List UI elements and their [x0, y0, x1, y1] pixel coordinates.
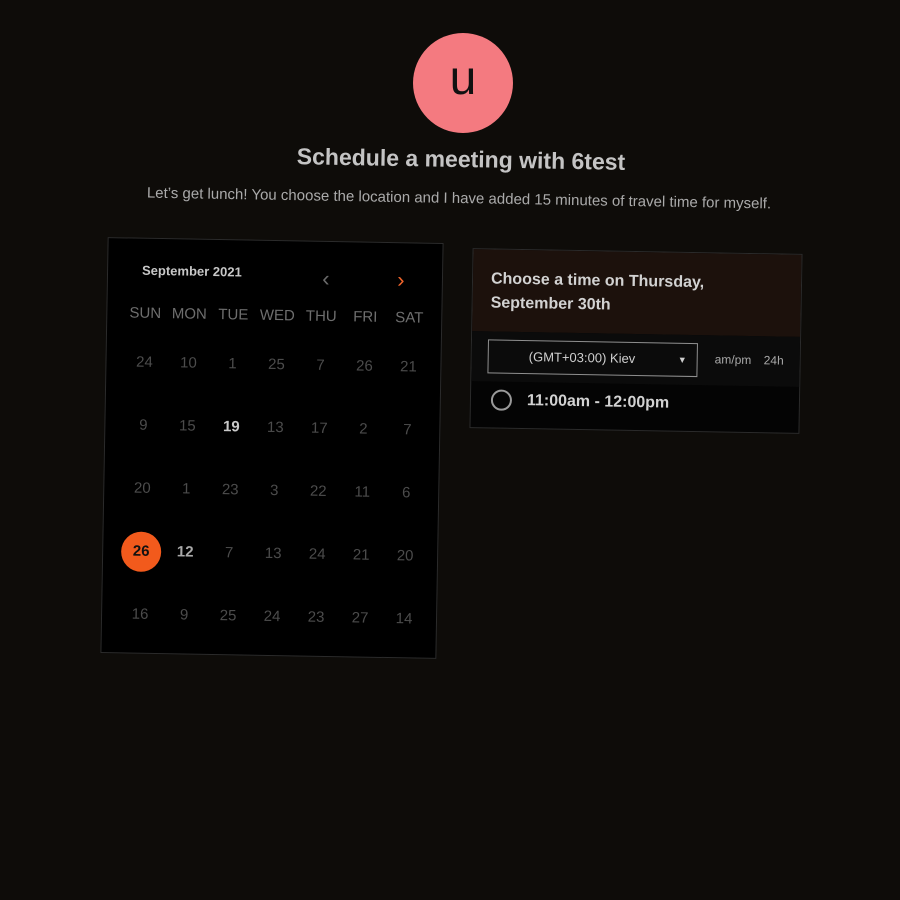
- time-slot-label[interactable]: 11:00am - 12:00pm: [527, 392, 670, 412]
- calendar-day: 25: [267, 355, 285, 374]
- calendar-day: 27: [351, 609, 369, 627]
- calendar-day: 13: [266, 418, 284, 437]
- calendar-day-available[interactable]: 19: [209, 407, 254, 448]
- time-slot-radio[interactable]: [490, 389, 513, 411]
- weekday-sat: SAT: [395, 309, 424, 327]
- calendar: September 2021 ‹ › SUN MON TUE WED THU F…: [100, 237, 444, 659]
- calendar-day: 15: [178, 417, 196, 435]
- calendar-day: 22: [309, 482, 327, 500]
- avatar: u: [413, 33, 513, 133]
- calendar-day-available[interactable]: 12: [163, 532, 208, 573]
- time-panel: Choose a time on Thursday, September 30t…: [469, 248, 803, 434]
- calendar-day: 2: [359, 420, 368, 438]
- weekday-wed: WED: [259, 306, 295, 325]
- calendar-day: 23: [221, 481, 239, 499]
- caret-down-icon: ▼: [677, 354, 687, 365]
- timezone-row: (GMT+03:00) Kiev ▼ am/pm 24h: [471, 331, 801, 387]
- time-slot[interactable]: 11:00am - 12:00pm: [470, 381, 799, 433]
- weekday-sun: SUN: [129, 304, 162, 323]
- calendar-day: 10: [179, 354, 197, 372]
- calendar-week: 9 15 19 13 17 2 7: [121, 405, 430, 450]
- weekday-tue: TUE: [218, 306, 249, 324]
- calendar-day: 23: [307, 608, 325, 626]
- time-panel-heading: Choose a time on Thursday, September 30t…: [472, 249, 802, 337]
- calendar-day: 24: [135, 353, 153, 371]
- calendar-day: 1: [228, 355, 237, 373]
- calendar-day: 9: [139, 416, 148, 434]
- calendar-day: 24: [263, 607, 281, 626]
- calendar-week: 24 10 1 25 7 26 21: [122, 342, 431, 387]
- format-24h-toggle[interactable]: 24h: [764, 353, 784, 367]
- calendar-day: 3: [269, 481, 279, 500]
- calendar-week: 26 12 7 13 24 21 20: [119, 531, 428, 576]
- calendar-day: 21: [399, 358, 417, 376]
- page-title: Schedule a meeting with 6test: [296, 143, 626, 175]
- calendar-day: 7: [316, 356, 325, 374]
- time-panel-heading-line2: September 30th: [490, 294, 611, 314]
- calendar-day: 7: [403, 421, 412, 439]
- calendar-day: 13: [264, 544, 282, 563]
- calendar-day-selected-cell[interactable]: 26: [119, 531, 164, 573]
- timezone-value: (GMT+03:00) Kiev: [528, 349, 636, 366]
- chevron-left-icon[interactable]: ‹: [316, 266, 336, 291]
- calendar-day: 20: [133, 479, 151, 497]
- calendar-day-selected[interactable]: 26: [120, 531, 162, 573]
- weekday-fri: FRI: [353, 308, 378, 326]
- calendar-day: 16: [131, 605, 149, 623]
- calendar-week: 16 9 25 24 23 27 14: [118, 594, 427, 639]
- weekday-header: SUN MON TUE WED THU FRI SAT: [123, 304, 431, 326]
- format-ampm-toggle[interactable]: am/pm: [715, 352, 752, 367]
- timezone-select[interactable]: (GMT+03:00) Kiev ▼: [487, 339, 698, 378]
- calendar-day: 9: [179, 606, 189, 624]
- calendar-day: 6: [401, 484, 411, 502]
- calendar-month-label: September 2021: [141, 262, 242, 280]
- calendar-day: 7: [224, 544, 234, 562]
- scheduling-page: u Schedule a meeting with 6test Let’s ge…: [0, 0, 900, 900]
- calendar-day: 26: [355, 357, 373, 375]
- calendar-day: 25: [219, 607, 237, 625]
- calendar-day: 1: [181, 480, 191, 498]
- calendar-day: 21: [352, 546, 370, 564]
- calendar-week: 20 1 23 3 22 11 6: [120, 468, 429, 513]
- weekday-thu: THU: [305, 307, 337, 326]
- calendar-day: 20: [396, 547, 414, 565]
- calendar-day: 11: [354, 483, 371, 501]
- weekday-mon: MON: [171, 305, 207, 323]
- calendar-day: 24: [308, 545, 326, 563]
- calendar-day: 14: [395, 610, 413, 628]
- page-description: Let’s get lunch! You choose the location…: [146, 184, 772, 213]
- chevron-right-icon[interactable]: ›: [391, 267, 411, 292]
- calendar-day: 17: [310, 419, 328, 437]
